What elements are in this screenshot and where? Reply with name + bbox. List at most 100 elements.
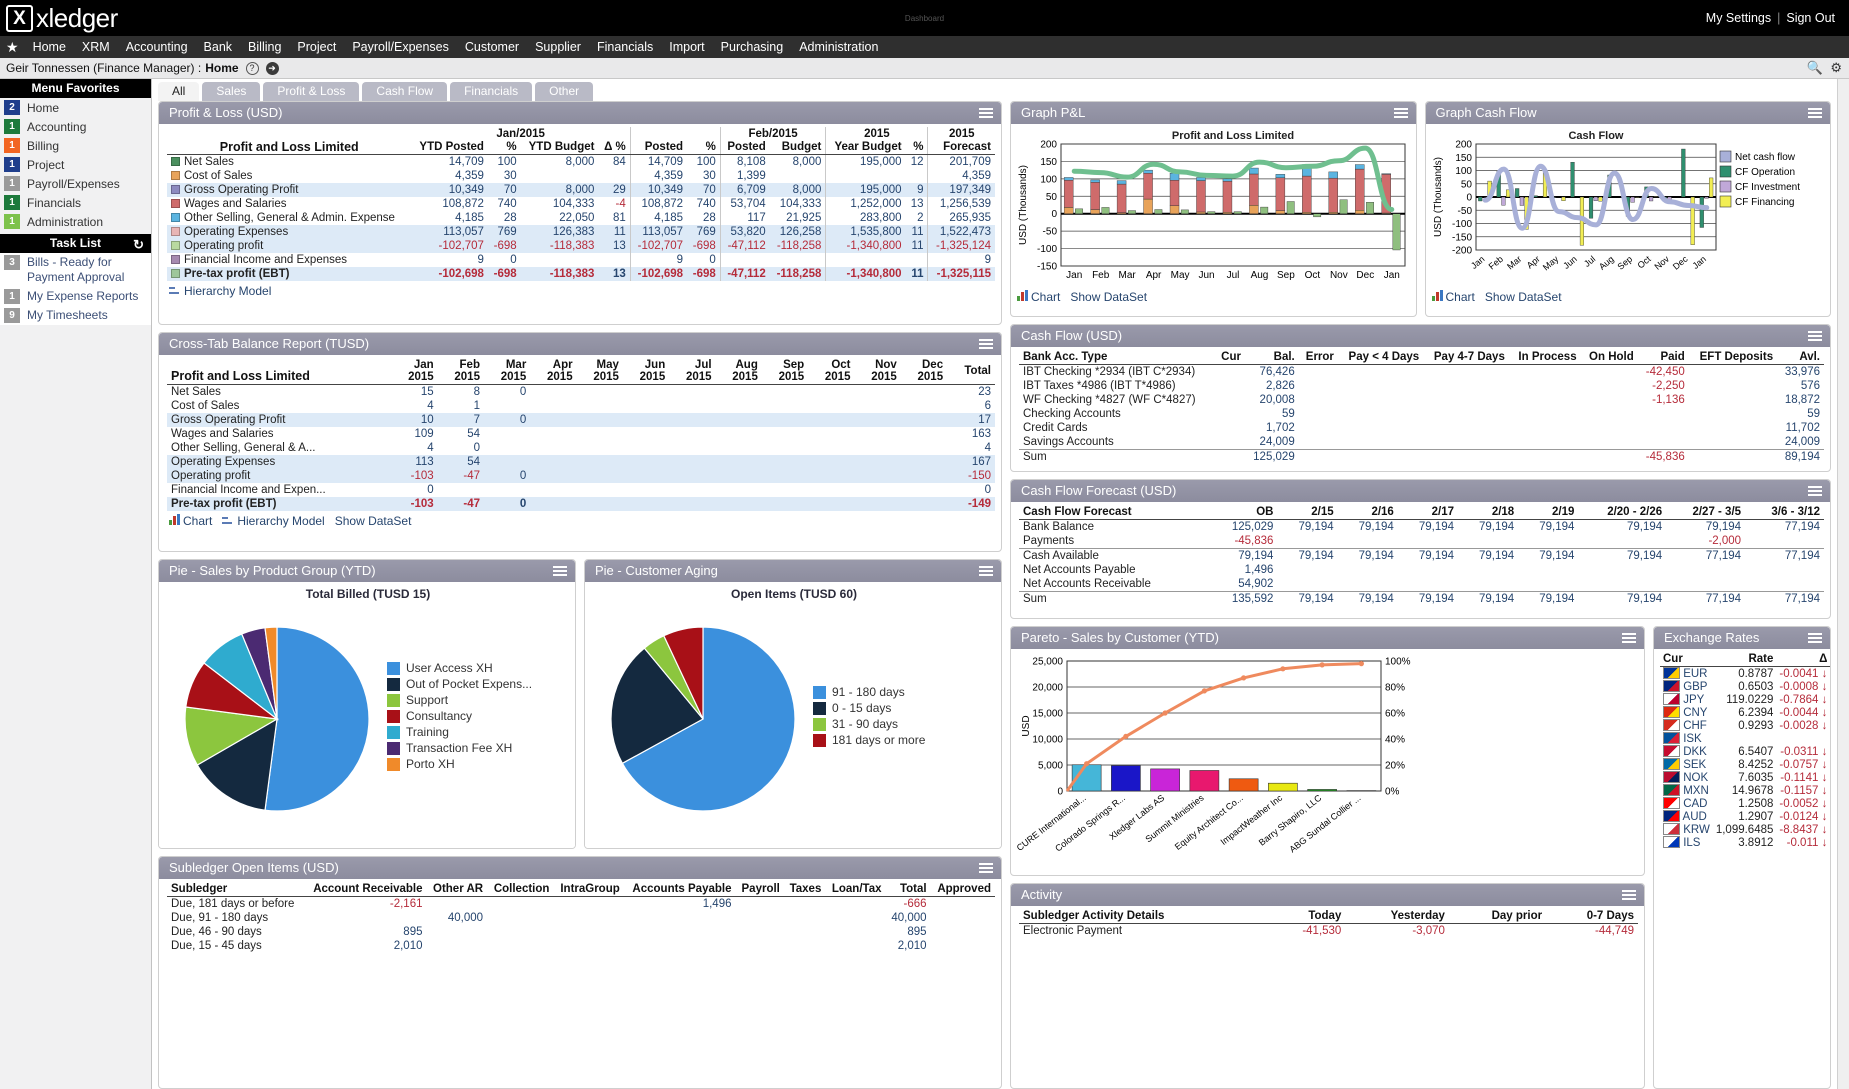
- table-row[interactable]: Cost of Sales 4 1 6: [167, 399, 995, 413]
- bar[interactable]: [1189, 770, 1220, 792]
- bar[interactable]: [1101, 207, 1110, 214]
- bar[interactable]: [1560, 196, 1566, 201]
- tab-sales[interactable]: Sales: [202, 82, 261, 101]
- bar[interactable]: [1275, 210, 1286, 214]
- menu-item-purchasing[interactable]: Purchasing: [713, 40, 792, 54]
- bar[interactable]: [1630, 196, 1635, 203]
- bar[interactable]: [1328, 177, 1338, 213]
- data-point[interactable]: [1123, 733, 1129, 739]
- data-point[interactable]: [1280, 666, 1286, 672]
- table-row[interactable]: JPY 119.0229 -0.7864 ↓: [1660, 693, 1830, 706]
- bar[interactable]: [1196, 180, 1206, 213]
- bar[interactable]: [1063, 207, 1074, 214]
- sign-out-link[interactable]: Sign Out: [1786, 11, 1835, 25]
- bar[interactable]: [1597, 196, 1602, 202]
- tab-other[interactable]: Other: [535, 82, 594, 101]
- bar[interactable]: [1355, 164, 1365, 170]
- show-dataset-link[interactable]: Show DataSet: [335, 514, 412, 528]
- table-row[interactable]: AUD 1.2907 -0.0124 ↓: [1660, 810, 1830, 823]
- bar[interactable]: [1090, 182, 1100, 210]
- bar[interactable]: [1233, 211, 1242, 214]
- data-point[interactable]: [1358, 661, 1364, 667]
- table-row[interactable]: Operating profit -103 -47 0 -150: [167, 469, 995, 483]
- table-row[interactable]: IBT Checking *2934 (IBT C*2934) 76,426 -42…: [1019, 365, 1824, 380]
- table-row[interactable]: Cost of Sales 4,359 30 4,359 30 1,399 4,359: [167, 169, 995, 183]
- bar[interactable]: [1154, 209, 1163, 214]
- chart-link[interactable]: Chart: [169, 514, 212, 528]
- app-logo[interactable]: X xledger: [0, 3, 118, 34]
- bar[interactable]: [1302, 212, 1312, 214]
- bar[interactable]: [1090, 179, 1100, 183]
- chart-link[interactable]: Chart: [1017, 290, 1060, 304]
- bar[interactable]: [1222, 178, 1233, 182]
- bar[interactable]: [1111, 765, 1141, 792]
- menu-item-import[interactable]: Import: [661, 40, 712, 54]
- hamburger-icon[interactable]: [1622, 632, 1636, 643]
- table-row[interactable]: ILS 3.8912 -0.011 ↓: [1660, 836, 1830, 849]
- bar[interactable]: [1275, 177, 1286, 211]
- tab-all[interactable]: All: [158, 82, 200, 101]
- bar[interactable]: [1680, 148, 1685, 198]
- show-dataset-link[interactable]: Show DataSet: [1485, 290, 1562, 304]
- bar[interactable]: [1222, 181, 1233, 213]
- bar[interactable]: [1286, 201, 1295, 214]
- table-row[interactable]: Operating profit -102,707 -698 -118,383 13 -1…: [167, 239, 995, 253]
- hierarchy-model-link[interactable]: Hierarchy Model: [222, 514, 325, 528]
- data-point[interactable]: [1319, 662, 1325, 668]
- table-row[interactable]: Sum 125,029 -45,836 89,194: [1019, 449, 1824, 464]
- bar[interactable]: [1302, 175, 1312, 213]
- hamburger-icon[interactable]: [979, 565, 993, 576]
- bar[interactable]: [1169, 173, 1180, 181]
- bar[interactable]: [1355, 168, 1365, 211]
- bar[interactable]: [1169, 180, 1180, 206]
- menu-item-payroll-expenses[interactable]: Payroll/Expenses: [344, 40, 457, 54]
- question-mark-icon[interactable]: ?: [245, 61, 259, 75]
- table-row[interactable]: Payments -45,836 -2,000: [1019, 534, 1824, 549]
- table-row[interactable]: Due, 15 - 45 days 2,010 2,010: [167, 939, 995, 953]
- hamburger-icon[interactable]: [979, 107, 993, 118]
- table-row[interactable]: Other Selling, General & A... 4 0 4: [167, 441, 995, 455]
- tab-profit-loss[interactable]: Profit & Loss: [263, 82, 360, 101]
- table-row[interactable]: IBT Taxes *4986 (IBT T*4986) 2,826 -2,250 5…: [1019, 379, 1824, 393]
- bar[interactable]: [1519, 196, 1524, 206]
- table-row[interactable]: Net Sales 14,709 100 8,000 84 14,709 100 8,108 8…: [167, 154, 995, 169]
- bar[interactable]: [1196, 177, 1206, 181]
- bar[interactable]: [1222, 212, 1233, 214]
- bar[interactable]: [1588, 196, 1593, 219]
- table-row[interactable]: CHF 0.9293 -0.0028 ↓: [1660, 719, 1830, 732]
- table-row[interactable]: Pre-tax profit (EBT) -103 -47 0 -149: [167, 497, 995, 511]
- chart-link[interactable]: Chart: [1431, 290, 1475, 304]
- bar[interactable]: [1207, 211, 1216, 214]
- table-row[interactable]: CNY 6.2394 -0.0044 ↓: [1660, 706, 1830, 719]
- table-row[interactable]: Credit Cards 1,702 11,702: [1019, 421, 1824, 435]
- table-row[interactable]: Cash Available 79,194 79,194 79,194 79,194 79…: [1019, 548, 1824, 563]
- bar[interactable]: [1381, 173, 1391, 175]
- data-point[interactable]: [1162, 710, 1168, 716]
- bar[interactable]: [1128, 210, 1136, 214]
- bar[interactable]: [1500, 196, 1505, 206]
- table-row[interactable]: Savings Accounts 24,009 24,009: [1019, 435, 1824, 450]
- bar[interactable]: [1249, 173, 1259, 206]
- data-point[interactable]: [1084, 761, 1090, 767]
- hamburger-icon[interactable]: [1393, 107, 1408, 118]
- menu-item-customer[interactable]: Customer: [457, 40, 527, 54]
- bar[interactable]: [1228, 778, 1259, 792]
- bar[interactable]: [1703, 196, 1709, 199]
- bar[interactable]: [1634, 196, 1639, 198]
- bar[interactable]: [1143, 198, 1153, 214]
- bar[interactable]: [1708, 177, 1713, 198]
- bar[interactable]: [1355, 210, 1365, 214]
- compass-icon[interactable]: ➜: [265, 61, 279, 75]
- table-row[interactable]: ISK: [1660, 732, 1830, 745]
- menu-item-project[interactable]: Project: [289, 40, 344, 54]
- bar[interactable]: [1328, 212, 1338, 214]
- bar[interactable]: [1143, 169, 1153, 174]
- table-row[interactable]: Net Accounts Payable 1,496: [1019, 563, 1824, 577]
- sidebar-item-financials[interactable]: 1 Financials: [0, 193, 151, 212]
- hamburger-icon[interactable]: [1622, 889, 1636, 900]
- sidebar-item-administration[interactable]: 1 Administration: [0, 212, 151, 231]
- menu-item-billing[interactable]: Billing: [240, 40, 289, 54]
- table-row[interactable]: SEK 8.4252 -0.0757 ↓: [1660, 758, 1830, 771]
- table-row[interactable]: Wages and Salaries 109 54 163: [167, 427, 995, 441]
- tab-financials[interactable]: Financials: [450, 82, 533, 101]
